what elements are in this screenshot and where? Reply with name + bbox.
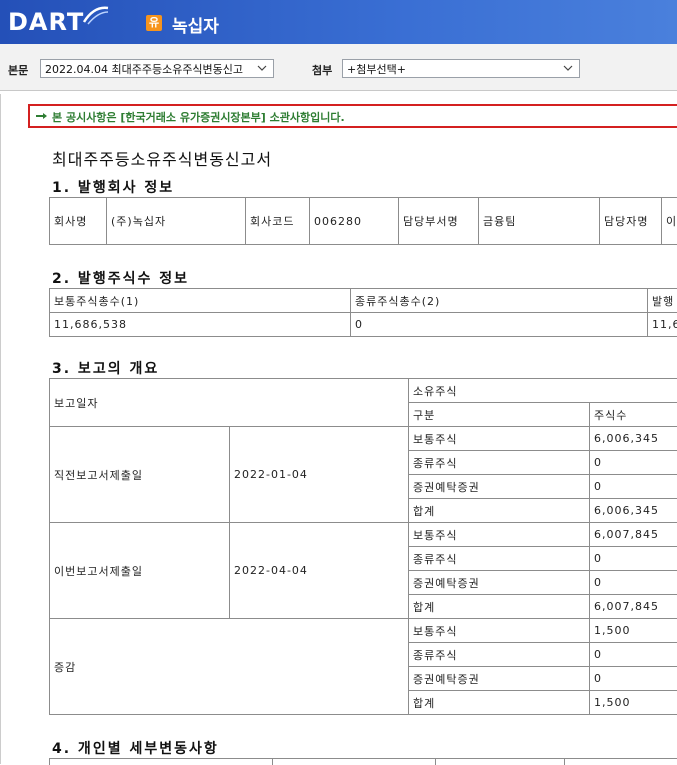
group-label: 이번보고서제출일 [50,523,230,619]
issued-shares-table: 보통주식총수(1) 종류주식총수(2) 발행 11,686,538 0 11,6 [49,288,677,337]
attachment-select-value: +첨부선택+ [347,63,406,76]
document-toolbar: 본문 2022.04.04 최대주주등소유주식변동신고 첨부 +첨부선택+ [0,44,677,91]
table-cell: 11,6 [648,313,677,337]
table-cell: 증권예탁증권 [409,475,590,499]
table-cell: 0 [590,571,677,595]
table-cell: 종류주식 [409,451,590,475]
document-title: 최대주주등소유주식변동신고서 [52,146,272,170]
table-cell: 증권예탁증권 [409,667,590,691]
table-header: 발행 [648,289,677,313]
table-cell: 6,007,845 [590,595,677,619]
table-cell: 6,006,345 [590,427,677,451]
report-date-label: 보고일자 [50,379,409,427]
chevron-down-icon [563,63,573,73]
table-cell: 종류주식 [409,547,590,571]
table-cell: 합계 [409,595,590,619]
report-overview-table: 보고일자 소유주식 구분 주식수 직전보고서제출일 2022-01-04 보통주… [49,378,677,715]
company-code-value: 006280 [310,198,399,245]
department-label: 담당부서명 [399,198,479,245]
dart-logo[interactable]: DART [8,8,84,36]
table-cell: 0 [590,667,677,691]
table-row: 이번보고서제출일 2022-04-04 보통주식 6,007,845 [50,523,677,547]
table-header: 보통주식총수(1) [50,289,351,313]
table-row: 직전보고서제출일 2022-01-04 보통주식 6,006,345 [50,427,677,451]
section4-heading: 4. 개인별 세부변동사항 [52,738,219,758]
pointing-hand-icon [36,111,48,121]
group-date: 2022-01-04 [230,427,409,523]
market-badge: 유 [146,15,162,31]
body-label: 본문 [8,62,28,78]
table-cell: 6,007,845 [590,523,677,547]
company-name-label: 회사명 [50,198,107,245]
table-cell: 보통주식 [409,619,590,643]
table-cell: 0 [351,313,648,337]
dart-logo-swoosh-icon [80,4,110,28]
attachment-select[interactable]: +첨부선택+ [342,59,580,78]
table-cell: 증권예탁증권 [409,571,590,595]
group-label: 증감 [50,619,409,715]
table-cell: 0 [590,547,677,571]
table-cell: 합계 [409,691,590,715]
table-cell: 0 [590,451,677,475]
group-date: 2022-04-04 [230,523,409,619]
company-name: 녹십자 [172,12,219,37]
shares-column-header: 주식수 [590,403,677,427]
body-document-select-value: 2022.04.04 최대주주등소유주식변동신고 [45,63,243,76]
type-column-header: 구분 [409,403,590,427]
top-header: DART 유 녹십자 [0,0,677,44]
department-value: 금융팀 [479,198,600,245]
table-cell: 1,500 [590,619,677,643]
table-cell: 1,500 [590,691,677,715]
jurisdiction-notice: 본 공시사항은 [한국거래소 유가증권시장본부] 소관사항입니다. [28,104,677,128]
table-cell: 6,006,345 [590,499,677,523]
table-row: 증감 보통주식 1,500 [50,619,677,643]
section1-heading: 1. 발행회사 정보 [52,177,174,197]
attach-label: 첨부 [312,62,332,78]
table-cell: 0 [590,475,677,499]
company-code-label: 회사코드 [246,198,310,245]
section3-heading: 3. 보고의 개요 [52,358,159,378]
table-cell: 0 [590,643,677,667]
contact-person-label: 담당자명 [600,198,662,245]
table-cell: 합계 [409,499,590,523]
chevron-down-icon [257,63,267,73]
contact-person-value: 이 [662,198,677,245]
section2-heading: 2. 발행주식수 정보 [52,268,189,288]
holding-shares-label: 소유주식 [409,379,677,403]
body-document-select[interactable]: 2022.04.04 최대주주등소유주식변동신고 [40,59,274,78]
company-name-value: (주)녹십자 [107,198,246,245]
group-label: 직전보고서제출일 [50,427,230,523]
table-header: 종류주식총수(2) [351,289,648,313]
notice-text: 본 공시사항은 [한국거래소 유가증권시장본부] 소관사항입니다. [52,109,345,125]
issuer-info-table: 회사명 (주)녹십자 회사코드 006280 담당부서명 금융팀 담당자명 이 [49,197,677,245]
table-cell: 종류주식 [409,643,590,667]
table-cell: 11,686,538 [50,313,351,337]
table-cell: 보통주식 [409,523,590,547]
table-cell: 보통주식 [409,427,590,451]
